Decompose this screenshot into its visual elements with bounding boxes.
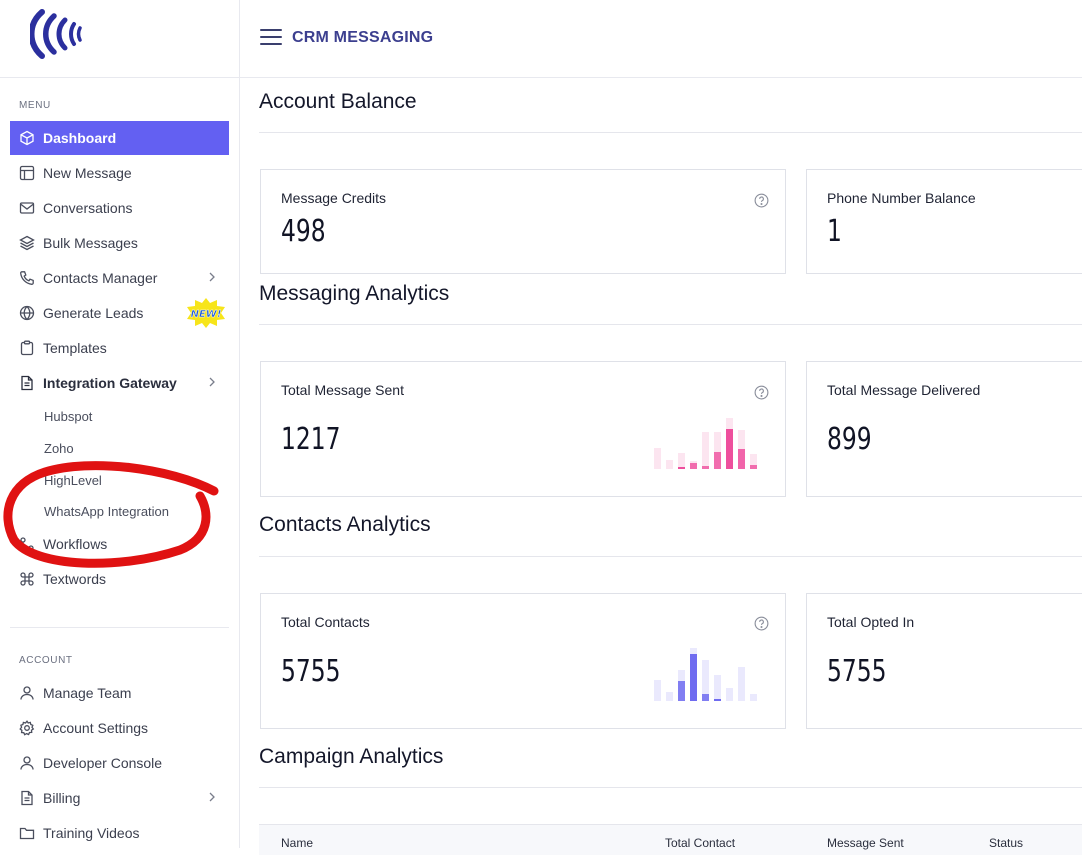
chevron-right-icon	[209, 792, 215, 802]
chevron-right-icon	[209, 272, 215, 282]
sidebar-item-label: Conversations	[43, 200, 133, 216]
sidebar-item-label: Developer Console	[43, 755, 163, 771]
sidebar-item-label: Billing	[43, 790, 81, 806]
card-total-message-delivered: Total Message Delivered 899	[806, 361, 1082, 497]
sidebar-item-label: Training Videos	[43, 825, 140, 841]
sidebar-divider	[0, 77, 239, 78]
sidebar-item-dashboard[interactable]: Dashboard	[10, 121, 229, 155]
sidebar-item-bulk-messages[interactable]: Bulk Messages	[10, 226, 229, 260]
sidebar-divider	[10, 627, 229, 628]
sidebar-item-billing[interactable]: Billing	[10, 781, 229, 815]
sidebar-item-templates[interactable]: Templates	[10, 331, 229, 365]
card-message-credits: Message Credits 498	[260, 169, 786, 274]
cube-icon	[18, 130, 35, 147]
sidebar-item-label: Integration Gateway	[43, 375, 177, 391]
sidebar-item-developer-console[interactable]: Developer Console	[10, 746, 229, 780]
user-icon	[18, 755, 35, 772]
card-phone-number-balance: Phone Number Balance 1	[806, 169, 1082, 274]
layout-icon	[18, 165, 35, 182]
sidebar-item-label: Templates	[43, 340, 107, 356]
card-label: Total Opted In	[827, 614, 915, 630]
card-label: Message Credits	[281, 190, 387, 206]
section-title-account-balance: Account Balance	[259, 90, 417, 113]
section-title-messaging-analytics: Messaging Analytics	[259, 282, 450, 305]
command-icon	[18, 571, 35, 588]
layers-icon	[18, 235, 35, 252]
section-title-contacts-analytics: Contacts Analytics	[259, 513, 431, 536]
card-value: 498	[281, 214, 326, 249]
card-value: 1217	[281, 422, 341, 457]
globe-icon	[18, 305, 35, 322]
help-circle-icon[interactable]	[754, 385, 769, 400]
sparkline-chart-purple	[654, 648, 757, 701]
sidebar-item-conversations[interactable]: Conversations	[10, 191, 229, 225]
help-circle-icon[interactable]	[754, 616, 769, 631]
card-total-message-sent: Total Message Sent 1217	[260, 361, 786, 497]
app-title: CRM MESSAGING	[292, 29, 434, 46]
sidebar-item-contacts-manager[interactable]: Contacts Manager	[10, 261, 229, 295]
card-value: 1	[827, 214, 842, 249]
hamburger-menu-icon[interactable]	[260, 29, 282, 47]
clipboard-icon	[18, 340, 35, 357]
workflow-icon	[18, 536, 35, 553]
section-divider	[259, 324, 1082, 325]
section-divider	[259, 787, 1082, 788]
chevron-right-icon	[209, 377, 215, 387]
card-total-contacts: Total Contacts 5755	[260, 593, 786, 729]
card-value: 5755	[827, 654, 887, 689]
sidebar-item-account-settings[interactable]: Account Settings	[10, 711, 229, 745]
section-divider	[259, 556, 1082, 557]
sidebar-item-workflows[interactable]: Workflows	[10, 527, 229, 561]
brand-logo[interactable]	[30, 6, 86, 62]
sidebar-subitem-hubspot[interactable]: Hubspot	[44, 404, 92, 428]
phone-icon	[18, 270, 35, 287]
settings-icon	[18, 720, 35, 737]
campaign-table-header: Name Total Contact Message Sent Status	[259, 824, 1082, 855]
folder-icon	[18, 825, 35, 842]
sidebar-item-new-message[interactable]: New Message	[10, 156, 229, 190]
sidebar-item-manage-team[interactable]: Manage Team	[10, 676, 229, 710]
sidebar-item-label: Textwords	[43, 571, 107, 587]
account-section-label: ACCOUNT	[19, 655, 73, 666]
sidebar-item-label: Workflows	[43, 536, 108, 552]
section-title-campaign-analytics: Campaign Analytics	[259, 745, 444, 768]
card-value: 5755	[281, 654, 341, 689]
sidebar-item-label: Contacts Manager	[43, 270, 158, 286]
help-circle-icon[interactable]	[754, 193, 769, 208]
sidebar-item-label: New Message	[43, 165, 132, 181]
sidebar-item-integration-gateway[interactable]: Integration Gateway	[10, 366, 229, 400]
new-badge-text: NEW!	[191, 309, 222, 320]
new-badge-icon: NEW!	[187, 298, 225, 328]
card-label: Total Message Delivered	[827, 382, 981, 398]
top-header: CRM MESSAGING	[240, 0, 1082, 78]
file-text-icon	[18, 790, 35, 807]
card-label: Phone Number Balance	[827, 190, 976, 206]
card-value: 899	[827, 422, 872, 457]
card-label: Total Message Sent	[281, 382, 404, 398]
section-divider	[259, 132, 1082, 133]
sidebar-item-label: Manage Team	[43, 685, 132, 701]
file-text-icon	[18, 375, 35, 392]
menu-section-label: MENU	[19, 100, 51, 111]
user-icon	[18, 685, 35, 702]
card-total-opted-in: Total Opted In 5755	[806, 593, 1082, 729]
sidebar-item-label: Bulk Messages	[43, 235, 138, 251]
sidebar-item-label: Account Settings	[43, 720, 149, 736]
sidebar-subitem-highlevel[interactable]: HighLevel	[44, 468, 102, 492]
sidebar-item-label: Generate Leads	[43, 305, 144, 321]
sidebar-item-label: Dashboard	[43, 130, 117, 146]
sidebar-item-textwords[interactable]: Textwords	[10, 562, 229, 596]
card-label: Total Contacts	[281, 614, 370, 630]
mail-icon	[18, 200, 35, 217]
sidebar: MENU Dashboard New Message Conversations…	[0, 0, 240, 848]
sparkline-chart-pink	[654, 418, 757, 469]
sidebar-item-training-videos[interactable]: Training Videos	[10, 816, 229, 850]
sidebar-subitem-zoho[interactable]: Zoho	[44, 436, 74, 460]
sidebar-subitem-whatsapp-integration[interactable]: WhatsApp Integration	[44, 499, 169, 523]
